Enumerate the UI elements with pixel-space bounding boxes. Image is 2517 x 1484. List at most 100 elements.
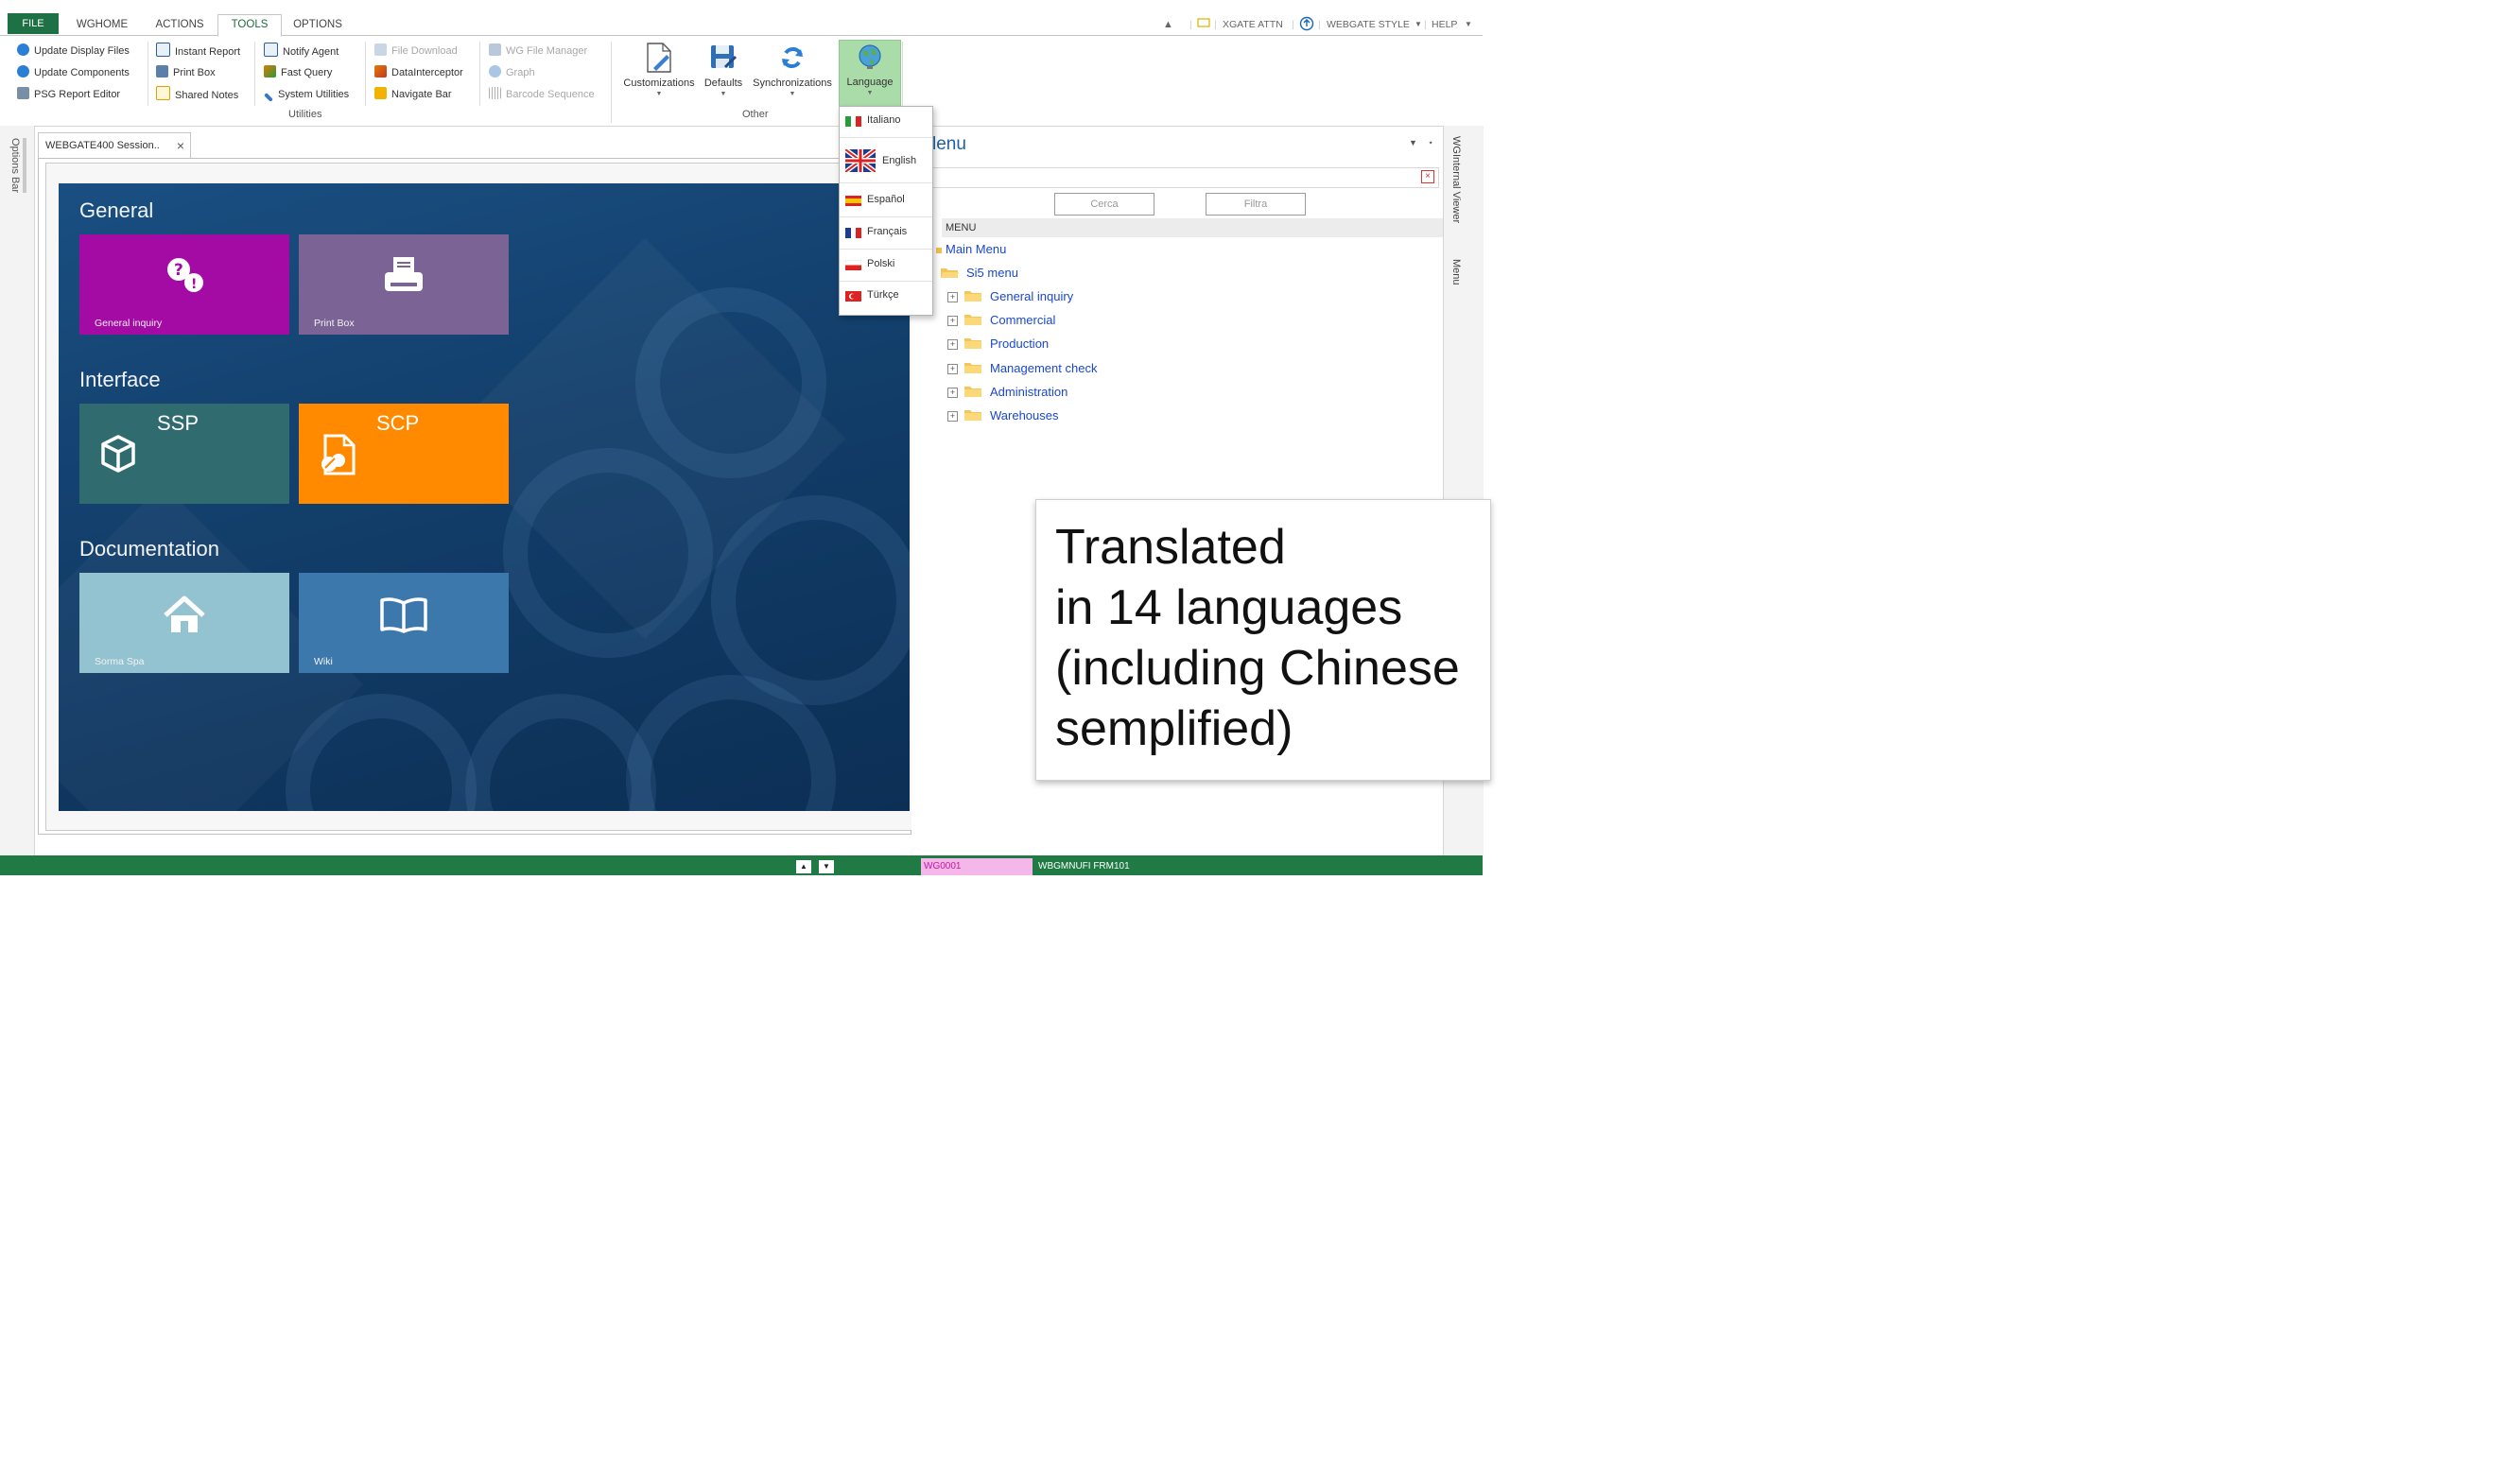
tile-sorma-spa[interactable]: Sorma Spa bbox=[79, 573, 289, 673]
fast-query-button[interactable]: Fast Query bbox=[264, 64, 332, 81]
scroll-down-button[interactable]: ▼ bbox=[819, 860, 834, 873]
tab-tools[interactable]: TOOLS bbox=[217, 14, 282, 37]
chevron-down-icon: ▼ bbox=[789, 91, 796, 97]
question-bubble-icon: ?! bbox=[161, 255, 210, 297]
instant-report-button[interactable]: Instant Report bbox=[156, 43, 240, 60]
tree-node-warehouses[interactable]: + Warehouses bbox=[947, 406, 1059, 425]
spain-flag-icon bbox=[845, 196, 861, 206]
divider bbox=[840, 182, 932, 183]
chevron-down-icon[interactable]: ▼ bbox=[1415, 17, 1422, 32]
divider: | bbox=[1189, 19, 1192, 30]
webgate-style-menu[interactable]: WEBGATE STYLE bbox=[1327, 17, 1410, 32]
tab-wghome[interactable]: WGHOME bbox=[66, 15, 138, 34]
status-code-field: WG0001 bbox=[921, 858, 1033, 875]
language-button[interactable]: Language ▼ bbox=[839, 40, 901, 112]
customizations-icon bbox=[643, 42, 675, 74]
psg-report-editor-button[interactable]: PSG Report Editor bbox=[17, 86, 120, 103]
scroll-up-button[interactable]: ▲ bbox=[796, 860, 811, 873]
update-components-button[interactable]: Update Components bbox=[17, 64, 130, 81]
file-manager-icon bbox=[489, 43, 501, 56]
wg-file-manager-button[interactable]: WG File Manager bbox=[489, 43, 587, 60]
divider: | bbox=[1214, 19, 1217, 30]
filter-button[interactable]: Filtra bbox=[1206, 193, 1306, 216]
collapse-ribbon-icon[interactable]: ▲ bbox=[1163, 17, 1173, 32]
tile-print-box[interactable]: Print Box bbox=[299, 234, 509, 335]
divider bbox=[840, 249, 932, 250]
expand-icon[interactable]: + bbox=[947, 292, 958, 302]
divider bbox=[840, 137, 932, 138]
language-option-espanol[interactable]: Español bbox=[840, 194, 932, 209]
close-icon[interactable]: × bbox=[177, 133, 184, 158]
tree-node-production[interactable]: + Production bbox=[947, 335, 1049, 354]
tree-node-management-check[interactable]: + Management check bbox=[947, 359, 1097, 378]
tree-node-si5-menu[interactable]: Si5 menu bbox=[940, 264, 1018, 283]
file-download-button[interactable]: File Download bbox=[374, 43, 458, 60]
separator bbox=[254, 42, 255, 106]
xgate-attn-link[interactable]: XGATE ATTN bbox=[1223, 17, 1283, 32]
expand-icon[interactable]: + bbox=[947, 388, 958, 398]
expand-icon[interactable]: + bbox=[947, 411, 958, 422]
language-option-english[interactable]: English bbox=[840, 149, 932, 174]
expand-icon[interactable]: + bbox=[947, 364, 958, 374]
session-tab[interactable]: WEBGATE400 Session.. × bbox=[38, 132, 191, 158]
datainterceptor-button[interactable]: DataInterceptor bbox=[374, 64, 463, 81]
search-button[interactable]: Cerca bbox=[1054, 193, 1154, 216]
background-decoration bbox=[635, 287, 826, 478]
print-box-button[interactable]: Print Box bbox=[156, 64, 216, 81]
refresh-icon bbox=[17, 65, 29, 78]
download-icon bbox=[374, 43, 387, 56]
tab-actions[interactable]: ACTIONS bbox=[144, 15, 216, 34]
options-bar-toggle[interactable]: Options Bar bbox=[9, 138, 26, 194]
system-utilities-button[interactable]: System Utilities bbox=[264, 86, 349, 103]
italy-flag-icon bbox=[845, 116, 861, 127]
shared-notes-button[interactable]: Shared Notes bbox=[156, 86, 238, 103]
callout-line: Translated bbox=[1055, 520, 1286, 575]
menu-side-tab[interactable]: Menu bbox=[1450, 259, 1462, 285]
language-option-francais[interactable]: Français bbox=[840, 226, 932, 241]
navigate-bar-button[interactable]: Navigate Bar bbox=[374, 86, 452, 103]
tile-general-inquiry[interactable]: ?! General inquiry bbox=[79, 234, 289, 335]
expand-icon[interactable]: + bbox=[947, 339, 958, 350]
svg-text:?: ? bbox=[174, 261, 183, 280]
barcode-sequence-button[interactable]: Barcode Sequence bbox=[489, 86, 595, 103]
tree-node-general-inquiry[interactable]: + General inquiry bbox=[947, 287, 1073, 306]
tile-scp[interactable]: SCP bbox=[299, 404, 509, 504]
tree-node-main-menu[interactable]: Main Menu bbox=[936, 240, 1006, 259]
tree-node-administration[interactable]: + Administration bbox=[947, 383, 1068, 402]
session-tab-label: WEBGATE400 Session.. bbox=[45, 140, 160, 151]
group-label-other: Other bbox=[742, 109, 769, 120]
interceptor-icon bbox=[374, 65, 387, 78]
help-menu[interactable]: HELP bbox=[1432, 17, 1457, 32]
update-icon[interactable] bbox=[1299, 16, 1314, 36]
status-program-text: WBGMNUFI FRM101 bbox=[1038, 861, 1130, 871]
language-option-turkce[interactable]: Türkçe bbox=[840, 289, 932, 304]
section-title-documentation: Documentation bbox=[79, 537, 219, 561]
tile-wiki[interactable]: Wiki bbox=[299, 573, 509, 673]
expand-icon[interactable]: + bbox=[947, 316, 958, 326]
divider bbox=[840, 216, 932, 217]
customizations-button[interactable]: Customizations ▼ bbox=[618, 42, 700, 121]
save-icon bbox=[707, 42, 739, 74]
folder-icon bbox=[964, 410, 981, 421]
wrench-icon bbox=[264, 93, 273, 102]
clear-icon[interactable]: × bbox=[1421, 170, 1434, 183]
update-display-files-button[interactable]: Update Display Files bbox=[17, 43, 130, 60]
pin-icon[interactable]: ⋆ bbox=[1428, 138, 1433, 148]
notify-agent-button[interactable]: Notify Agent bbox=[264, 43, 338, 60]
report-icon bbox=[156, 43, 170, 57]
tile-ssp[interactable]: SSP bbox=[79, 404, 289, 504]
graph-button[interactable]: Graph bbox=[489, 64, 535, 81]
defaults-button[interactable]: Defaults ▼ bbox=[700, 42, 747, 121]
tree-node-commercial[interactable]: + Commercial bbox=[947, 311, 1055, 330]
wginternal-viewer-tab[interactable]: WGInternal Viewer bbox=[1450, 136, 1462, 223]
chevron-down-icon[interactable]: ▼ bbox=[1409, 138, 1417, 147]
language-option-italiano[interactable]: Italiano bbox=[840, 114, 932, 129]
xgate-icon[interactable] bbox=[1197, 17, 1210, 32]
tab-options[interactable]: OPTIONS bbox=[286, 15, 350, 34]
menu-search-input[interactable] bbox=[932, 167, 1439, 188]
folder-icon bbox=[964, 338, 981, 349]
dashboard: General ?! General inquiry Print Box Int… bbox=[59, 183, 910, 811]
language-option-polski[interactable]: Polski bbox=[840, 258, 932, 273]
tab-file[interactable]: FILE bbox=[8, 13, 59, 34]
chevron-down-icon[interactable]: ▼ bbox=[1465, 17, 1472, 32]
